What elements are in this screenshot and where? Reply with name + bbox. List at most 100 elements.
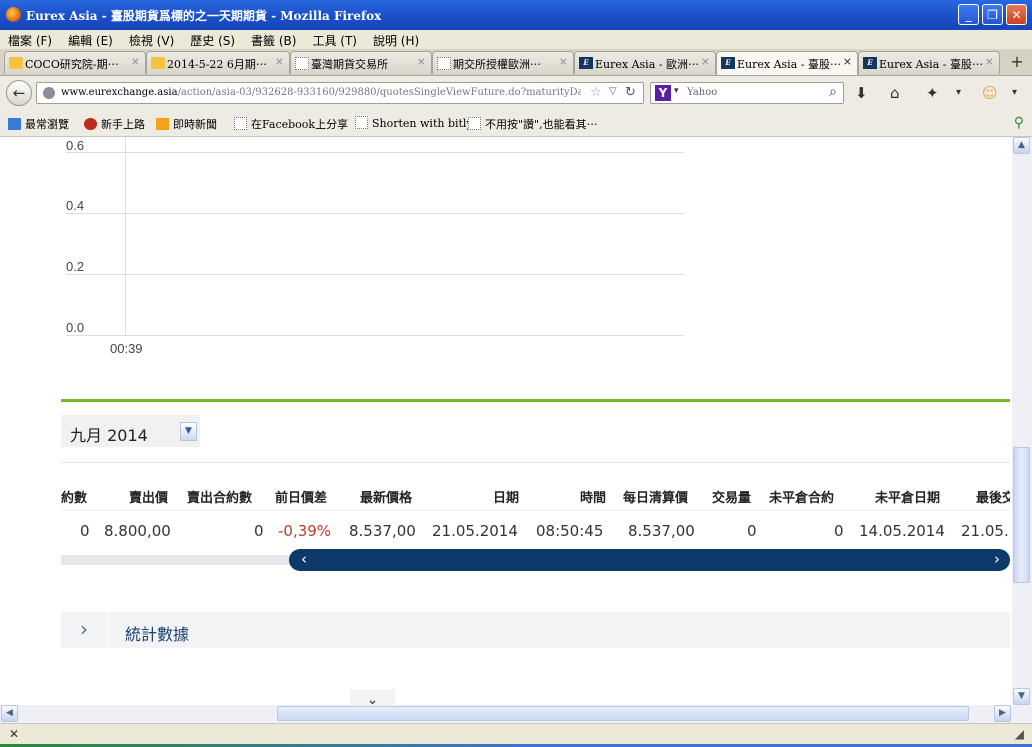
maturity-month-select[interactable]: 九月 2014 ▼ (61, 415, 200, 447)
tab-close-icon[interactable]: × (701, 55, 710, 68)
yahoo-logo-icon[interactable]: Y (655, 85, 671, 101)
col-header: 時間 (580, 491, 607, 506)
menu-history[interactable]: 歷史 (S) (182, 30, 243, 49)
search-bar[interactable]: Y ▾ Yahoo ⌕ (650, 82, 844, 104)
menu-help[interactable]: 說明 (H) (365, 30, 427, 49)
table-divider (61, 462, 1010, 463)
url-bar[interactable]: www.eurexchange.asia/action/asia-03/9326… (36, 82, 644, 104)
grid-line (66, 213, 684, 214)
url-path: /action/asia-03/932628-933160/929880/quo… (177, 87, 581, 98)
cell: 08:50:45 (536, 522, 604, 540)
bookmark-no-like[interactable]: 不用按"讚",也能看其⋯ (468, 116, 598, 132)
tab-close-icon[interactable]: × (275, 55, 284, 68)
x-tick-label: 00:39 (110, 341, 143, 356)
bookmark-bitly[interactable]: Shorten with bitly (355, 116, 473, 130)
resize-grip-icon[interactable]: ◢ (1015, 727, 1024, 741)
chart-y-axis (125, 137, 126, 335)
cell: 8.800,00 (104, 522, 171, 540)
tab-eurex-taiwan-active[interactable]: E Eurex Asia - 臺股⋯ × (716, 51, 858, 75)
col-header: 交易量 (712, 491, 752, 506)
menu-edit[interactable]: 編輯 (E) (60, 30, 121, 49)
bookmark-folder-icon (8, 118, 21, 130)
close-window-button[interactable]: ✕ (1006, 4, 1027, 25)
menu-view[interactable]: 檢視 (V) (121, 30, 182, 49)
chevron-right-icon[interactable]: › (994, 550, 1000, 568)
col-header: 每日清算價 (623, 491, 689, 506)
firefox-bookmark-icon (84, 118, 97, 130)
horizontal-scroll-thumb[interactable] (277, 706, 969, 721)
eurex-icon: E (863, 57, 877, 69)
table-scroll-thumb[interactable]: ‹ › (289, 549, 1010, 571)
tab-label: 臺灣期貨交易所 (311, 58, 388, 71)
back-button[interactable]: ← (6, 80, 32, 106)
tab-close-icon[interactable]: × (417, 55, 426, 68)
mail-icon (9, 57, 23, 69)
vertical-scrollbar[interactable]: ▲ ▼ (1012, 137, 1032, 705)
find-icon[interactable]: ⚲ (1014, 115, 1024, 131)
close-findbar-icon[interactable]: ✕ (9, 727, 19, 741)
bookmark-most-visited[interactable]: 最常瀏覽 (8, 116, 69, 132)
chevron-down-icon: ⌄ (366, 692, 379, 705)
star-bookmark-icon[interactable]: ☆ (590, 85, 602, 100)
col-header: 賣出合約數 (187, 491, 253, 506)
bookmark-facebook-share[interactable]: 在Facebook上分享 (234, 116, 348, 132)
tab-label: Eurex Asia - 歐洲⋯ (595, 58, 699, 71)
grid-line (66, 335, 684, 336)
maturity-month-value: 九月 2014 (70, 426, 148, 445)
tab-close-icon[interactable]: × (985, 55, 994, 68)
download-icon[interactable]: ⬇ (855, 84, 868, 102)
y-tick-label: 0.6 (66, 138, 85, 153)
arrow-left-icon: ← (12, 84, 26, 102)
history-dropdown-icon[interactable]: ▽ (609, 86, 617, 97)
tab-taifex-euro[interactable]: 期交所授權歐洲⋯ × (432, 51, 574, 74)
bookmark-news[interactable]: 即時新聞 (156, 116, 217, 132)
tab-eurex-europe[interactable]: E Eurex Asia - 歐洲⋯ × (574, 51, 716, 74)
bookmarks-bar: 最常瀏覽 新手上路 即時新聞 在Facebook上分享 Shorten with… (0, 110, 1032, 137)
tab-close-icon[interactable]: × (559, 55, 568, 68)
maximize-button[interactable]: ❐ (982, 4, 1003, 25)
menu-tools[interactable]: 工具 (T) (304, 30, 365, 49)
expand-down-button[interactable]: ⌄ (350, 689, 395, 705)
addon-dropdown-icon[interactable]: ▾ (956, 87, 961, 98)
tab-close-icon[interactable]: × (843, 55, 852, 68)
chevron-left-icon[interactable]: ‹ (301, 550, 307, 568)
scroll-up-button[interactable]: ▲ (1013, 137, 1030, 154)
blank-page-icon (468, 117, 481, 130)
window-titlebar: Eurex Asia - 臺股期貨爲標的之一天期期貨 - Mozilla Fir… (0, 0, 1032, 30)
scroll-down-button[interactable]: ▼ (1013, 688, 1030, 705)
tab-close-icon[interactable]: × (131, 55, 140, 68)
engine-dropdown-icon[interactable]: ▾ (674, 86, 679, 96)
menu-file[interactable]: 檔案 (F) (0, 30, 60, 49)
cell: 21.05.2014 (432, 522, 518, 540)
page-content: 0.6 0.4 0.2 0.0 00:39 九月 2014 ▼ 約數 賣出價 賣… (0, 137, 1012, 705)
chevron-down-icon[interactable]: ▼ (180, 422, 197, 441)
menu-bookmarks[interactable]: 書籤 (B) (243, 30, 304, 49)
menu-dropdown-icon[interactable]: ▾ (1012, 87, 1017, 98)
tab-eurex-taiwan[interactable]: E Eurex Asia - 臺股⋯ × (858, 51, 1000, 74)
cell: 21.05. (961, 522, 1009, 540)
horizontal-scrollbar[interactable]: ◀ ▶ (0, 705, 1032, 723)
smiley-addon-icon[interactable]: ☺ (982, 84, 998, 102)
url-domain: www.eurexchange.asia (61, 87, 178, 98)
search-icon[interactable]: ⌕ (829, 84, 837, 100)
tab-label: Eurex Asia - 臺股⋯ (737, 58, 841, 71)
scroll-right-button[interactable]: ▶ (994, 705, 1011, 722)
eurex-icon: E (579, 57, 593, 69)
search-engine-label: Yahoo (687, 87, 718, 98)
col-header: 約數 (61, 491, 88, 506)
col-header: 最後交 (976, 491, 1010, 506)
reload-icon[interactable]: ↻ (625, 85, 636, 100)
minimize-button[interactable]: _ (958, 4, 979, 25)
vertical-scroll-thumb[interactable] (1013, 447, 1030, 583)
addon-icon[interactable]: ✦ (926, 84, 939, 102)
tab-coco[interactable]: COCO研究院-期⋯ × (4, 51, 146, 74)
tab-label: Eurex Asia - 臺股⋯ (879, 58, 983, 71)
bookmark-getting-started[interactable]: 新手上路 (84, 116, 145, 132)
statistics-section-toggle[interactable]: › 統計數據 (61, 612, 1010, 648)
tab-taifex[interactable]: 臺灣期貨交易所 × (290, 51, 432, 74)
tab-2014-5-22[interactable]: 2014-5-22 6月期⋯ × (146, 51, 290, 74)
table-scroll-track[interactable] (61, 555, 291, 565)
new-tab-button[interactable]: + (1005, 52, 1029, 73)
scroll-left-button[interactable]: ◀ (1, 705, 18, 722)
home-icon[interactable]: ⌂ (890, 84, 900, 102)
